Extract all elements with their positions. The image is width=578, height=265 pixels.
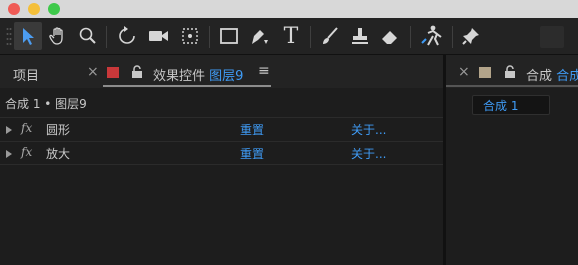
tab-composition[interactable]: 合成 合成 [526, 65, 578, 84]
type-tool-glyph: T [283, 23, 299, 49]
close-tab-icon[interactable]: × [458, 64, 470, 80]
reset-link[interactable]: 重置 [240, 145, 264, 162]
left-panel-tabs: 项目 × 效果控件 图层9 ≡ [0, 55, 443, 88]
about-link[interactable]: 关于... [351, 145, 386, 162]
window-titlebar [0, 0, 578, 18]
about-link[interactable]: 关于... [351, 121, 386, 138]
active-tab-indicator [446, 85, 578, 87]
tab-project[interactable]: 项目 [13, 65, 39, 84]
type-tool-icon[interactable]: T [277, 22, 305, 50]
hand-tool-icon[interactable] [44, 22, 72, 50]
tab-comp-label: 合成 [526, 69, 553, 84]
clone-stamp-tool-icon[interactable] [346, 22, 374, 50]
fx-toggle[interactable]: fx [21, 145, 32, 159]
composition-panel: × 合成 合成 合成 1 [446, 55, 578, 265]
rectangle-tool-icon[interactable] [215, 22, 243, 50]
workspace-button[interactable] [540, 26, 564, 48]
reset-link[interactable]: 重置 [240, 121, 264, 138]
tab-effects-label: 效果控件 [153, 69, 206, 84]
active-tab-indicator [103, 85, 271, 87]
breadcrumb: 合成 1 • 图层9 [5, 97, 87, 111]
close-window-button[interactable] [8, 3, 20, 15]
comp-name-button[interactable]: 合成 1 [472, 95, 550, 115]
layer-color-swatch [107, 67, 119, 78]
eraser-tool-icon[interactable] [376, 22, 404, 50]
effect-row[interactable]: fx 圆形 重置 关于... [0, 117, 443, 140]
panel-menu-icon[interactable]: ≡ [258, 63, 270, 79]
expand-triangle-icon[interactable] [6, 150, 12, 158]
toolbar-grip-icon [4, 22, 14, 50]
effect-controls-panel: 项目 × 效果控件 图层9 ≡ 合成 1 • 图层9 fx 圆形 重置 关于..… [0, 55, 443, 265]
pan-behind-tool-icon[interactable] [176, 22, 204, 50]
comp-color-swatch [479, 67, 491, 78]
effect-name: 圆形 [46, 123, 71, 137]
tab-comp-name: 合成 [556, 69, 578, 84]
effect-row[interactable]: fx 放大 重置 关于... [0, 141, 443, 165]
minimize-window-button[interactable] [28, 3, 40, 15]
tab-layer-name: 图层9 [209, 69, 244, 84]
tab-effect-controls[interactable]: 效果控件 图层9 [153, 65, 243, 84]
right-panel-tabs: × 合成 合成 [446, 55, 578, 88]
expand-triangle-icon[interactable] [6, 126, 12, 134]
camera-tool-icon[interactable] [144, 22, 174, 50]
fx-toggle[interactable]: fx [21, 121, 32, 135]
zoom-window-button[interactable] [48, 3, 60, 15]
tools-toolbar: T [0, 18, 578, 55]
close-tab-icon[interactable]: × [87, 64, 99, 80]
pen-tool-icon[interactable] [245, 22, 275, 50]
effect-name: 放大 [46, 147, 71, 161]
pin-tool-icon[interactable] [458, 22, 484, 50]
comp-name-label: 合成 1 [483, 99, 519, 113]
lock-icon[interactable] [131, 64, 143, 83]
puppet-tool-icon[interactable] [416, 22, 448, 50]
selection-tool-icon[interactable] [14, 22, 42, 50]
rotate-tool-icon[interactable] [114, 22, 142, 50]
lock-icon[interactable] [504, 64, 516, 83]
brush-tool-icon[interactable] [316, 22, 344, 50]
zoom-tool-icon[interactable] [74, 22, 102, 50]
